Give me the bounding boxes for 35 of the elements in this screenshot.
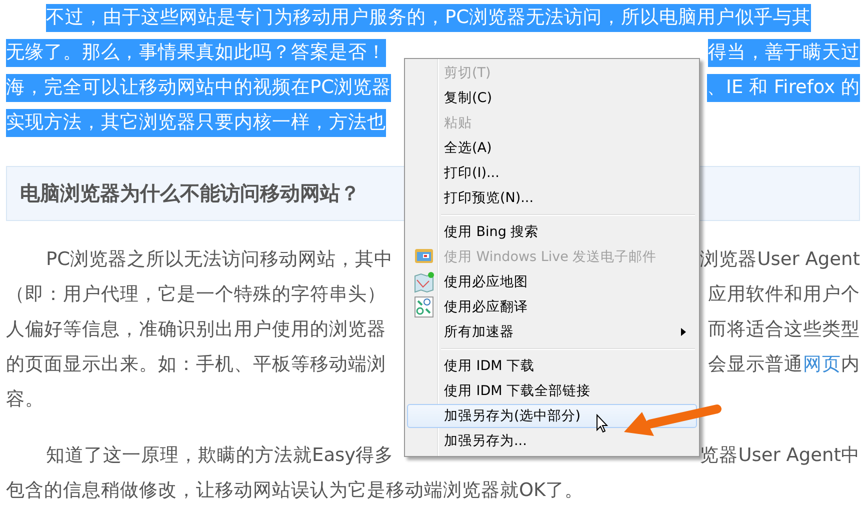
paragraph-text: 浏览器User Agent	[700, 248, 860, 272]
paragraph-text: 的页面显示出来。如：手机、平板等移动端浏	[6, 352, 386, 376]
menu-item[interactable]: 使用 IDM 下载全部链接	[407, 379, 697, 403]
menu-item[interactable]: 使用 Bing 搜索	[407, 220, 697, 244]
paragraph-text: 包含的信息稍做修改，让移动网站误认为它是移动端浏览器就OK了。	[6, 478, 584, 502]
paragraph-text: 不过，由于这些网站是专门为移动用户服务的，PC浏览器无法访问，所以电脑用户似乎与其	[46, 4, 812, 32]
link[interactable]: 网页	[803, 354, 841, 374]
paragraph-text: 会显示普通网页内	[708, 352, 860, 376]
paragraph-text: 无缘了。那么，事情果真如此吗？答案是否！	[6, 38, 386, 66]
menu-item[interactable]: 加强另存为(选中部分)	[407, 404, 697, 428]
cursor-icon	[596, 414, 608, 433]
paragraph-text: 实现方法，其它浏览器只要内核一样，方法也	[6, 108, 386, 136]
menu-item[interactable]: 复制(C)	[407, 86, 697, 110]
paragraph-text: 知道了这一原理，欺瞒的方法就Easy得多	[46, 444, 394, 468]
menu-item[interactable]: 所有加速器	[407, 320, 697, 344]
menu-item[interactable]: 使用必应地图	[407, 270, 697, 294]
paragraph-text: 应用软件和用户个	[708, 282, 860, 306]
paragraph-text: 海，完全可以让移动网站中的视频在PC浏览器	[6, 74, 392, 102]
paragraph-text: 人偏好等信息，准确识别出用户使用的浏览器	[6, 318, 386, 342]
paragraph-text: 得当，善于瞒天过	[708, 38, 860, 66]
menu-item[interactable]: 加强另存为...	[407, 429, 697, 453]
arrow-icon	[622, 404, 722, 438]
paragraph-text: 而将适合这些类型	[708, 318, 860, 342]
menu-item[interactable]: 全选(A)	[407, 136, 697, 160]
submenu-arrow-icon	[681, 328, 686, 336]
paragraph-text: 容。	[6, 388, 44, 412]
paragraph-text: （即：用户代理，它是一个特殊的字符串头）	[6, 282, 386, 306]
map-icon	[413, 271, 435, 293]
paragraph-text: 览器User Agent中	[700, 444, 860, 468]
paragraph-text: 、IE 和 Firefox 的	[706, 74, 860, 102]
menu-item[interactable]: 打印预览(N)...	[407, 186, 697, 210]
translate-icon	[414, 296, 434, 318]
paragraph-text: PC浏览器之所以无法访问移动网站，其中	[46, 248, 394, 272]
menu-item[interactable]: 使用 IDM 下载	[407, 354, 697, 378]
menu-item[interactable]: 使用必应翻译	[407, 295, 697, 319]
